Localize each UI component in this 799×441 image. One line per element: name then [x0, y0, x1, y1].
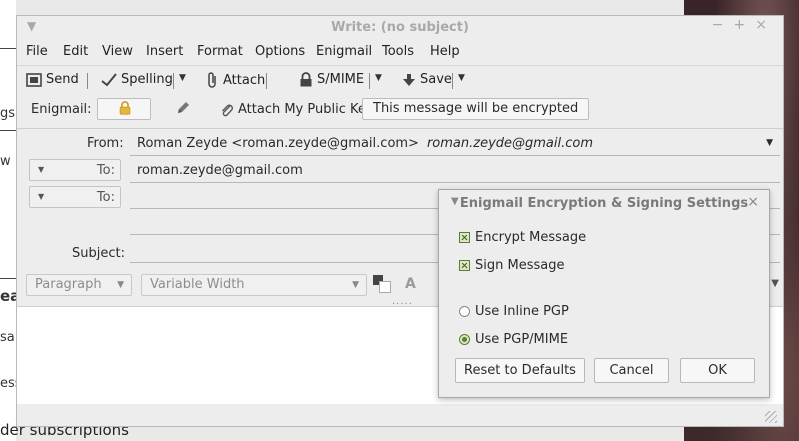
attach-button[interactable]: Attach [207, 72, 265, 88]
background-divider [0, 130, 16, 131]
background-divider [0, 278, 16, 279]
save-dropdown-icon[interactable]: ▼ [458, 73, 465, 83]
radio-unchecked-icon [459, 306, 470, 317]
menu-view[interactable]: View [102, 44, 133, 59]
to-underline [130, 182, 780, 183]
toolbar-separator [266, 73, 267, 89]
spelling-button[interactable]: Spelling [101, 72, 173, 87]
sign-message-checkbox[interactable]: Sign Message [459, 258, 564, 273]
encrypt-message-checkbox[interactable]: Encrypt Message [459, 230, 586, 245]
toolbar-separator [369, 73, 370, 89]
lock-icon [300, 72, 312, 87]
inline-pgp-radio[interactable]: Use Inline PGP [459, 304, 569, 319]
text-color-picker[interactable] [373, 275, 393, 295]
chevron-down-icon: ▼ [117, 280, 124, 290]
background-text: sa [0, 330, 15, 345]
ok-button[interactable]: OK [680, 358, 755, 383]
cancel-button[interactable]: Cancel [594, 358, 669, 383]
send-icon [26, 72, 42, 87]
chevron-down-icon: ▼ [352, 280, 359, 290]
send-button[interactable]: Send [26, 72, 79, 87]
toolbar-separator [87, 73, 88, 89]
encryption-status[interactable]: This message will be encrypted [362, 98, 590, 120]
menu-divider [17, 65, 783, 66]
lock-icon [119, 101, 131, 115]
encrypt-label: Encrypt Message [475, 230, 587, 245]
attach-key-label: Attach My Public Key [238, 102, 374, 117]
enigmail-label: Enigmail: [31, 102, 92, 117]
font-select[interactable]: Variable Width ▼ [141, 274, 367, 296]
font-size-icon[interactable]: A [405, 276, 416, 292]
checkbox-checked-icon [459, 232, 470, 243]
background-app-left: gs w ea sa ess [0, 0, 22, 441]
pgp-mime-label: Use PGP/MIME [475, 332, 569, 347]
to-value[interactable]: roman.zeyde@gmail.com [137, 163, 303, 178]
background-divider [0, 48, 16, 49]
from-identity: roman.zeyde@gmail.com [426, 136, 594, 151]
enigmail-encrypt-toggle[interactable] [97, 98, 151, 120]
checkmark-icon [101, 72, 117, 86]
more-format-icon[interactable]: ▼ [771, 278, 779, 289]
save-label: Save [420, 72, 452, 87]
background-color-swatch [379, 281, 391, 293]
enigmail-bar: Enigmail: Attach My Public Key This mess… [17, 96, 783, 124]
download-arrow-icon [403, 73, 415, 86]
toolbar-separator [173, 73, 174, 89]
header-divider [17, 128, 783, 129]
resize-grip-icon[interactable] [765, 411, 777, 423]
chevron-down-icon: ▼ [38, 165, 45, 174]
from-underline [130, 155, 780, 156]
send-label: Send [46, 72, 79, 87]
close-icon[interactable]: × [755, 17, 777, 33]
spelling-label: Spelling [121, 72, 173, 87]
attach-label: Attach [223, 72, 266, 88]
recipient-type-select[interactable]: ▼ To: [29, 159, 121, 181]
maximize-icon[interactable]: + [734, 17, 756, 33]
window-title: Write: (no subject) [331, 20, 469, 35]
chevron-down-icon: ▼ [38, 192, 45, 201]
menu-bar: File Edit View Insert Format Options Eni… [17, 40, 783, 64]
from-row[interactable]: From: Roman Zeyde <roman.zeyde@gmail.com… [17, 132, 783, 156]
radio-checked-icon [459, 334, 470, 345]
paragraph-format-select[interactable]: Paragraph ▼ [26, 274, 132, 296]
save-button[interactable]: Save [402, 72, 452, 87]
smime-dropdown-icon[interactable]: ▼ [375, 73, 382, 83]
smime-label: S/MIME [317, 72, 365, 87]
from-label: From: [87, 136, 124, 151]
spelling-dropdown-icon[interactable]: ▼ [179, 73, 186, 83]
attach-public-key-button[interactable]: Attach My Public Key [220, 102, 374, 117]
paperclip-icon [222, 104, 233, 116]
paperclip-icon [208, 72, 216, 88]
pgp-mime-radio[interactable]: Use PGP/MIME [459, 332, 568, 347]
from-value: Roman Zeyde <roman.zeyde@gmail.com> roman… [137, 136, 594, 151]
toolbar-separator [452, 73, 453, 89]
enigmail-settings-dialog: ▼ Enigmail Encryption & Signing Settings… [438, 189, 770, 398]
smime-button[interactable]: S/MIME [299, 72, 364, 87]
dialog-title: Enigmail Encryption & Signing Settings [459, 196, 749, 211]
checkbox-checked-icon [459, 260, 470, 271]
menu-insert[interactable]: Insert [146, 44, 183, 59]
menu-edit[interactable]: Edit [63, 44, 88, 59]
title-bar[interactable]: ▼ Write: (no subject) −+× [17, 16, 783, 40]
menu-format[interactable]: Format [197, 44, 243, 59]
sign-label: Sign Message [475, 258, 565, 273]
menu-file[interactable]: File [26, 44, 48, 59]
pencil-icon[interactable] [175, 100, 191, 116]
status-bar [17, 404, 783, 426]
recipient-type-select[interactable]: ▼ To: [29, 186, 121, 208]
background-text: gs [0, 106, 16, 121]
subject-label: Subject: [72, 246, 125, 261]
menu-enigmail[interactable]: Enigmail [316, 44, 372, 59]
menu-help[interactable]: Help [430, 44, 460, 59]
menu-options[interactable]: Options [255, 44, 305, 59]
close-icon[interactable]: × [747, 194, 759, 210]
background-text: w [0, 154, 11, 169]
minimize-icon[interactable]: − [712, 17, 734, 33]
inline-pgp-label: Use Inline PGP [475, 304, 569, 319]
reset-defaults-button[interactable]: Reset to Defaults [455, 358, 585, 383]
menu-tools[interactable]: Tools [382, 44, 414, 59]
from-dropdown-icon[interactable]: ▼ [766, 138, 773, 148]
window-controls: −+× [712, 17, 777, 33]
toolbar: Send Spelling ▼ Attach S/MIME ▼ Save ▼ [17, 68, 783, 94]
